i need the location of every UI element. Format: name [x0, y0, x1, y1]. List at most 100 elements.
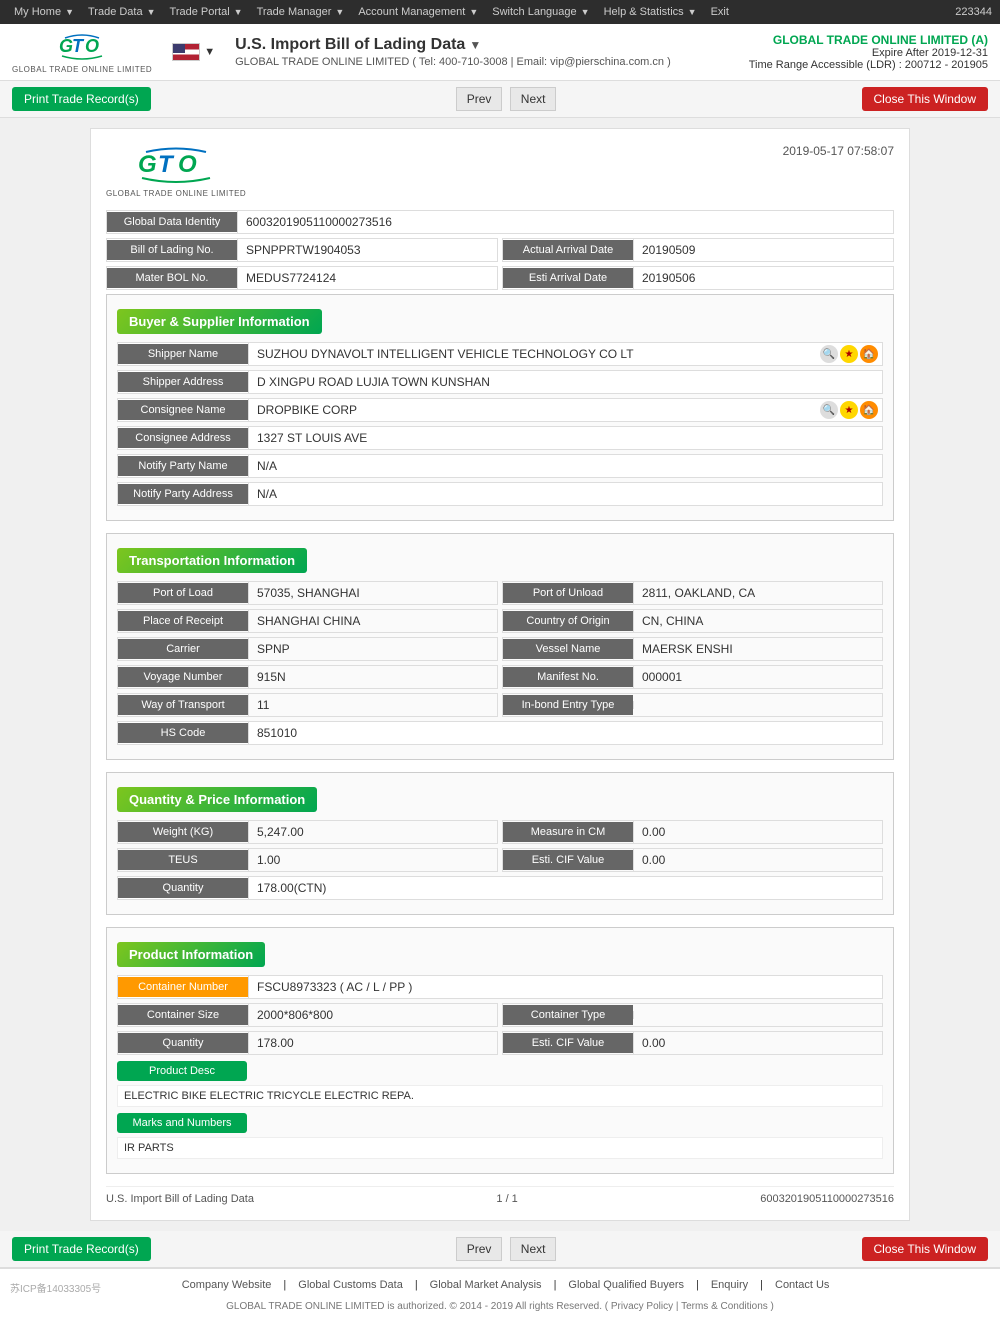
way-transport-col: Way of Transport 11 [117, 693, 498, 717]
bol-no-value: SPNPPRTW1904053 [237, 239, 497, 261]
next-button-top[interactable]: Next [510, 87, 557, 111]
prev-button-bottom[interactable]: Prev [456, 1237, 503, 1261]
voyage-label: Voyage Number [118, 667, 248, 687]
consignee-star-icon[interactable]: ★ [840, 401, 858, 419]
product-qty-label: Quantity [118, 1033, 248, 1053]
shipper-address-row: Shipper Address D XINGPU ROAD LUJIA TOWN… [117, 370, 883, 394]
quantity-row: Quantity 178.00(CTN) [117, 876, 883, 900]
product-esti-cif-label: Esti. CIF Value [503, 1033, 633, 1053]
svg-text:G: G [138, 151, 157, 178]
product-qty-value: 178.00 [248, 1032, 497, 1054]
page-title: U.S. Import Bill of Lading Data ▼ [235, 36, 737, 54]
us-flag [172, 43, 200, 61]
nav-trade-portal[interactable]: Trade Portal ▼ [164, 4, 249, 20]
product-desc-label: Product Desc [117, 1061, 247, 1081]
product-esti-cif-value: 0.00 [633, 1032, 882, 1054]
measure-label: Measure in CM [503, 822, 633, 842]
actual-arrival-value: 20190509 [633, 239, 893, 261]
container-number-row: Container Number FSCU8973323 ( AC / L / … [117, 975, 883, 999]
product-qty-col: Quantity 178.00 [117, 1031, 498, 1055]
doc-footer-center: 1 / 1 [496, 1193, 517, 1205]
shipper-star-icon[interactable]: ★ [840, 345, 858, 363]
nav-trade-manager[interactable]: Trade Manager ▼ [251, 4, 351, 20]
nav-my-home[interactable]: My Home ▼ [8, 4, 80, 20]
svg-text:O: O [85, 36, 99, 56]
nav-exit[interactable]: Exit [705, 4, 735, 20]
place-receipt-col: Place of Receipt SHANGHAI CHINA [117, 609, 498, 633]
product-title: Product Information [117, 942, 265, 967]
expire-date: Expire After 2019-12-31 [749, 47, 988, 59]
carrier-vessel-row: Carrier SPNP Vessel Name MAERSK ENSHI [117, 637, 883, 661]
document-datetime: 2019-05-17 07:58:07 [783, 144, 894, 158]
quantity-price-section: Quantity & Price Information Weight (KG)… [106, 772, 894, 915]
shipper-search-icon[interactable]: 🔍 [820, 345, 838, 363]
prev-button-top[interactable]: Prev [456, 87, 503, 111]
quantity-value: 178.00(CTN) [248, 877, 882, 899]
hs-code-value: 851010 [248, 722, 882, 744]
notify-party-name-label: Notify Party Name [118, 456, 248, 476]
shipper-address-label: Shipper Address [118, 372, 248, 392]
port-unload-value: 2811, OAKLAND, CA [633, 582, 882, 604]
product-desc-value: ELECTRIC BIKE ELECTRIC TRICYCLE ELECTRIC… [117, 1085, 883, 1107]
place-receipt-label: Place of Receipt [118, 611, 248, 631]
company-name[interactable]: GLOBAL TRADE ONLINE LIMITED (A) [749, 33, 988, 47]
consignee-name-row: Consignee Name DROPBIKE CORP 🔍 ★ 🏠 [117, 398, 883, 422]
close-button-bottom[interactable]: Close This Window [862, 1237, 988, 1261]
esti-arrival-col: Esti Arrival Date 20190506 [502, 266, 894, 290]
consignee-name-label: Consignee Name [118, 400, 248, 420]
actual-arrival-col: Actual Arrival Date 20190509 [502, 238, 894, 262]
action-bar-top: Print Trade Record(s) Prev Next Close Th… [0, 81, 1000, 118]
svg-text:G: G [59, 36, 73, 56]
manifest-value: 000001 [633, 666, 882, 688]
notify-party-address-label: Notify Party Address [118, 484, 248, 504]
product-section: Product Information Container Number FSC… [106, 927, 894, 1174]
footer-link-company[interactable]: Company Website [182, 1279, 272, 1291]
measure-value: 0.00 [633, 821, 882, 843]
vessel-value: MAERSK ENSHI [633, 638, 882, 660]
buyer-supplier-section: Buyer & Supplier Information Shipper Nam… [106, 294, 894, 521]
notify-party-address-row: Notify Party Address N/A [117, 482, 883, 506]
nav-account-management[interactable]: Account Management ▼ [352, 4, 484, 20]
teus-cif-row: TEUS 1.00 Esti. CIF Value 0.00 [117, 848, 883, 872]
footer-link-buyers[interactable]: Global Qualified Buyers [568, 1279, 684, 1291]
title-dropdown-icon[interactable]: ▼ [469, 38, 481, 52]
page-subtitle: GLOBAL TRADE ONLINE LIMITED ( Tel: 400-7… [235, 56, 737, 68]
action-bar-bottom: Print Trade Record(s) Prev Next Close Th… [0, 1231, 1000, 1268]
consignee-address-value: 1327 ST LOUIS AVE [248, 427, 882, 449]
footer-link-market[interactable]: Global Market Analysis [430, 1279, 542, 1291]
container-size-label: Container Size [118, 1005, 248, 1025]
nav-buttons-top: Prev Next [454, 87, 559, 111]
footer-link-customs[interactable]: Global Customs Data [298, 1279, 403, 1291]
shipper-icons: 🔍 ★ 🏠 [816, 343, 882, 365]
esti-arrival-value: 20190506 [633, 267, 893, 289]
print-button-bottom[interactable]: Print Trade Record(s) [12, 1237, 151, 1261]
shipper-home-icon[interactable]: 🏠 [860, 345, 878, 363]
notify-party-address-value: N/A [248, 483, 882, 505]
teus-value: 1.00 [248, 849, 497, 871]
close-button-top[interactable]: Close This Window [862, 87, 988, 111]
footer-link-contact[interactable]: Contact Us [775, 1279, 829, 1291]
logo: G T O GLOBAL TRADE ONLINE LIMITED [12, 30, 152, 74]
esti-cif-label: Esti. CIF Value [503, 850, 633, 870]
nav-trade-data[interactable]: Trade Data ▼ [82, 4, 162, 20]
transport-inbond-row: Way of Transport 11 In-bond Entry Type [117, 693, 883, 717]
consignee-search-icon[interactable]: 🔍 [820, 401, 838, 419]
product-qty-cif-row: Quantity 178.00 Esti. CIF Value 0.00 [117, 1031, 883, 1055]
weight-label: Weight (KG) [118, 822, 248, 842]
nav-switch-language[interactable]: Switch Language ▼ [486, 4, 595, 20]
shipper-name-row: Shipper Name SUZHOU DYNAVOLT INTELLIGENT… [117, 342, 883, 366]
country-origin-value: CN, CHINA [633, 610, 882, 632]
next-button-bottom[interactable]: Next [510, 1237, 557, 1261]
container-size-type-row: Container Size 2000*806*800 Container Ty… [117, 1003, 883, 1027]
weight-col: Weight (KG) 5,247.00 [117, 820, 498, 844]
notify-party-name-value: N/A [248, 455, 882, 477]
footer-link-enquiry[interactable]: Enquiry [711, 1279, 748, 1291]
print-button-top[interactable]: Print Trade Record(s) [12, 87, 151, 111]
port-unload-col: Port of Unload 2811, OAKLAND, CA [502, 581, 883, 605]
nav-help-statistics[interactable]: Help & Statistics ▼ [598, 4, 703, 20]
flag-selector[interactable]: ▼ [172, 43, 215, 61]
container-number-value: FSCU8973323 ( AC / L / PP ) [248, 976, 882, 998]
shipper-name-value: SUZHOU DYNAVOLT INTELLIGENT VEHICLE TECH… [248, 343, 816, 365]
hs-code-row: HS Code 851010 [117, 721, 883, 745]
consignee-home-icon[interactable]: 🏠 [860, 401, 878, 419]
